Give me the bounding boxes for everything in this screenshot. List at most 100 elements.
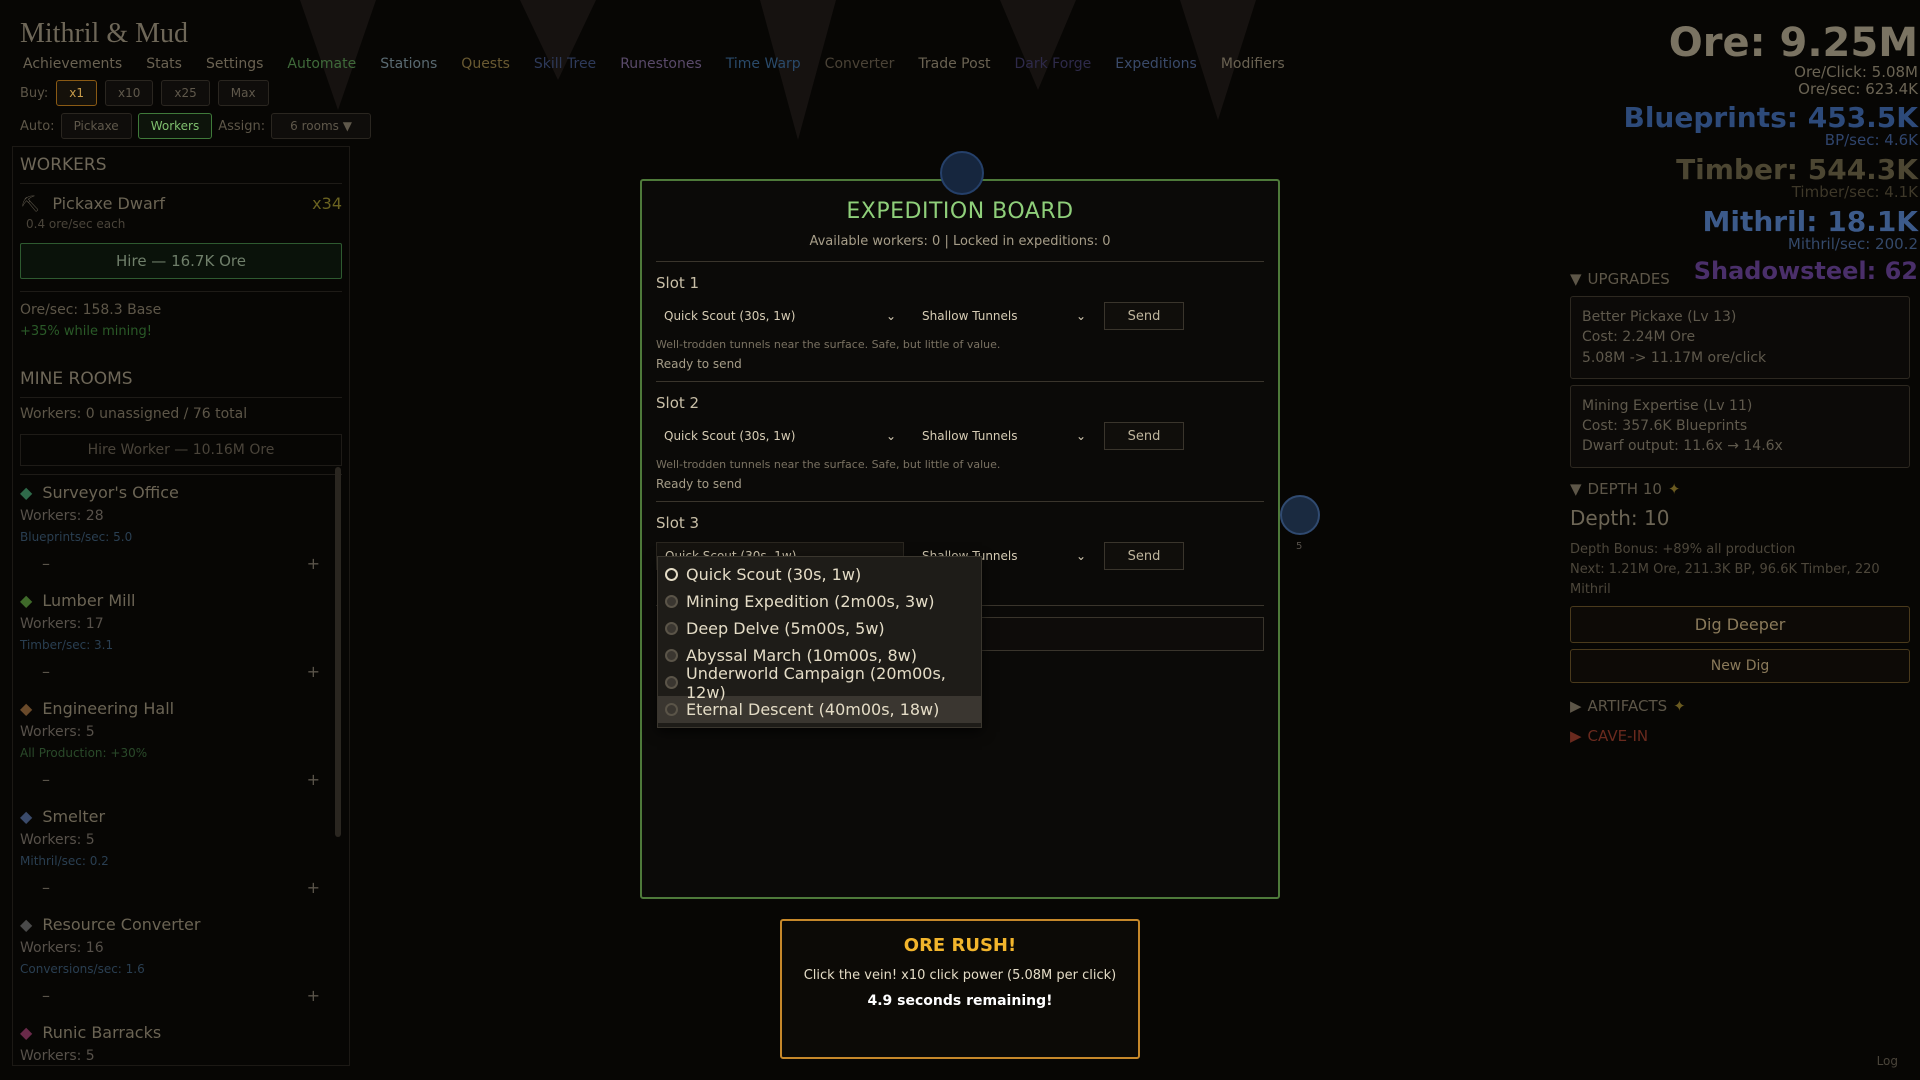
nav-time-warp[interactable]: Time Warp [726,56,801,72]
depth-bonus: Depth Bonus: +89% all production [1570,541,1796,557]
mission-option-label: Underworld Campaign (20m00s, 12w) [686,663,946,702]
ore-rush-description: Click the vein! x10 click power (5.08M p… [803,968,1117,983]
ore-rush-banner[interactable]: ORE RUSH! Click the vein! x10 click powe… [780,919,1140,1059]
new-dig-button[interactable]: New Dig [1570,649,1910,684]
location-value: Shallow Tunnels [922,309,1018,323]
upgrade-name: Better Pickaxe (Lv 13) [1582,309,1737,325]
depth-title: DEPTH 10 [1587,479,1662,498]
room-name: Smelter [42,807,106,826]
room-stat: Mithril/sec: 0.2 [20,854,109,868]
resource-stats: Ore: 9.25M Ore/Click: 5.08M Ore/sec: 623… [1623,22,1918,284]
room-title-row: ◆ Resource Converter [20,915,342,934]
send-button[interactable]: Send [1104,422,1184,450]
buy-x1-button[interactable]: x1 [56,80,98,106]
add-worker-button[interactable]: + [307,662,320,681]
upgrade-card[interactable]: Better Pickaxe (Lv 13) Cost: 2.24M Ore 5… [1570,296,1910,379]
nav-converter[interactable]: Converter [825,56,895,72]
nav-stats[interactable]: Stats [146,56,182,72]
ore-rush-title: ORE RUSH! [903,935,1017,956]
room-title-row: ◆ Lumber Mill [20,591,342,610]
nav-expeditions[interactable]: Expeditions [1115,56,1197,72]
nav-automate[interactable]: Automate [287,56,356,72]
remove-worker-button[interactable]: – [42,986,50,1005]
remove-worker-button[interactable]: – [42,770,50,789]
hire-worker-button[interactable]: Hire Worker — 10.16M Ore [20,434,342,466]
nav-stations[interactable]: Stations [380,56,437,72]
send-button[interactable]: Send [1104,302,1184,330]
add-worker-button[interactable]: + [307,554,320,573]
worker-orb[interactable] [1280,495,1320,535]
buy-max-button[interactable]: Max [217,80,269,106]
nav-skill-tree[interactable]: Skill Tree [534,56,596,72]
ore-rush-timer: 4.9 seconds remaining! [867,993,1053,1009]
nav-dark-forge[interactable]: Dark Forge [1014,56,1091,72]
nav-settings[interactable]: Settings [206,56,263,72]
mission-option-label: Quick Scout (30s, 1w) [686,565,862,584]
remove-worker-button[interactable]: – [42,878,50,897]
modal-subtitle: Available workers: 0 | Locked in expedit… [809,234,1111,249]
ore-sec-base: Ore/sec: 158.3 Base [20,302,162,318]
room-workers: Workers: 28 [20,508,104,524]
radio-icon [665,676,678,689]
location-select[interactable]: Shallow Tunnels ⌄ [914,302,1094,330]
room-list: ◆ Surveyor's Office Workers: 28 Blueprints/… [13,475,349,1065]
nav-trade-post[interactable]: Trade Post [918,56,990,72]
remove-worker-button[interactable]: – [42,662,50,681]
assign-label: Assign: [218,118,266,134]
log-button[interactable]: Log [1877,1054,1898,1068]
collapse-down-icon: ▼ [1570,479,1582,498]
mission-select[interactable]: Quick Scout (30s, 1w) ⌄ [656,422,904,450]
room-item: ◆ Engineering Hall Workers: 5 All Productio… [13,691,349,799]
mission-select[interactable]: Quick Scout (30s, 1w) ⌄ [656,302,904,330]
mission-option-label: Deep Delve (5m00s, 5w) [686,619,885,638]
hire-dwarf-button[interactable]: Hire — 16.7K Ore [20,243,342,279]
upgrades-header[interactable]: ▼ UPGRADES [1570,270,1910,288]
auto-label: Auto: [20,118,55,134]
expedition-slot: Slot 2 Quick Scout (30s, 1w) ⌄ Shallow Tunn… [642,382,1278,502]
dig-deeper-button[interactable]: Dig Deeper [1570,606,1910,644]
mission-value: Quick Scout (30s, 1w) [664,429,796,443]
upgrade-name: Mining Expertise (Lv 11) [1582,397,1753,414]
assign-select[interactable]: 6 rooms ▼ [271,113,371,139]
decorative-orb [940,151,984,195]
nav-achievements[interactable]: Achievements [23,56,122,72]
cave-in-header[interactable]: ▶ CAVE-IN [1570,727,1910,745]
mission-option-label: Eternal Descent (40m00s, 18w) [686,700,940,719]
send-button[interactable]: Send [1104,542,1184,570]
nav-quests[interactable]: Quests [461,56,510,72]
depth-next-cost: Next: 1.21M Ore, 211.3K BP, 96.6K Timber… [1570,561,1880,598]
workers-title: WORKERS [20,155,107,175]
buy-x25-button[interactable]: x25 [161,80,210,106]
room-stat: Conversions/sec: 1.6 [20,962,145,976]
mission-option[interactable]: Eternal Descent (40m00s, 18w) [658,696,981,723]
nav-modifiers[interactable]: Modifiers [1221,56,1285,72]
remove-worker-button[interactable]: – [42,554,50,573]
buy-x10-button[interactable]: x10 [105,80,154,106]
room-list-scrollbar[interactable] [335,467,341,837]
auto-pickaxe-toggle[interactable]: Pickaxe [60,113,132,139]
mission-option[interactable]: Deep Delve (5m00s, 5w) [658,615,981,642]
nav-runestones[interactable]: Runestones [620,56,702,72]
room-item: ◆ Lumber Mill Workers: 17 Timber/sec: 3.1 – + [13,583,349,691]
add-worker-button[interactable]: + [307,986,320,1005]
location-select[interactable]: Shallow Tunnels ⌄ [914,422,1094,450]
depth-header[interactable]: ▼ DEPTH 10 ✦ [1570,480,1910,498]
room-stat: Blueprints/sec: 5.0 [20,530,133,544]
worker-rate: 0.4 ore/sec each [26,217,126,231]
artifacts-title: ARTIFACTS [1587,697,1668,716]
ore-total: Ore: 9.25M [1668,20,1918,66]
orb-label: 5 [1296,541,1303,552]
mission-option[interactable]: Mining Expedition (2m00s, 3w) [658,588,981,615]
room-icon: ◆ [20,699,33,718]
upgrade-cost: Cost: 2.24M Ore [1582,329,1696,346]
mission-option[interactable]: Quick Scout (30s, 1w) [658,561,981,588]
auto-workers-toggle[interactable]: Workers [137,113,213,139]
artifacts-header[interactable]: ▶ ARTIFACTS ✦ [1570,697,1910,715]
mission-option[interactable]: Underworld Campaign (20m00s, 12w) [658,664,981,702]
upgrade-card[interactable]: Mining Expertise (Lv 11) Cost: 357.6K Bl… [1570,384,1910,468]
add-worker-button[interactable]: + [307,770,320,789]
room-name: Lumber Mill [42,591,136,610]
slot-input-box[interactable] [972,617,1264,651]
add-worker-button[interactable]: + [307,878,320,897]
room-title-row: ◆ Surveyor's Office [20,483,342,502]
